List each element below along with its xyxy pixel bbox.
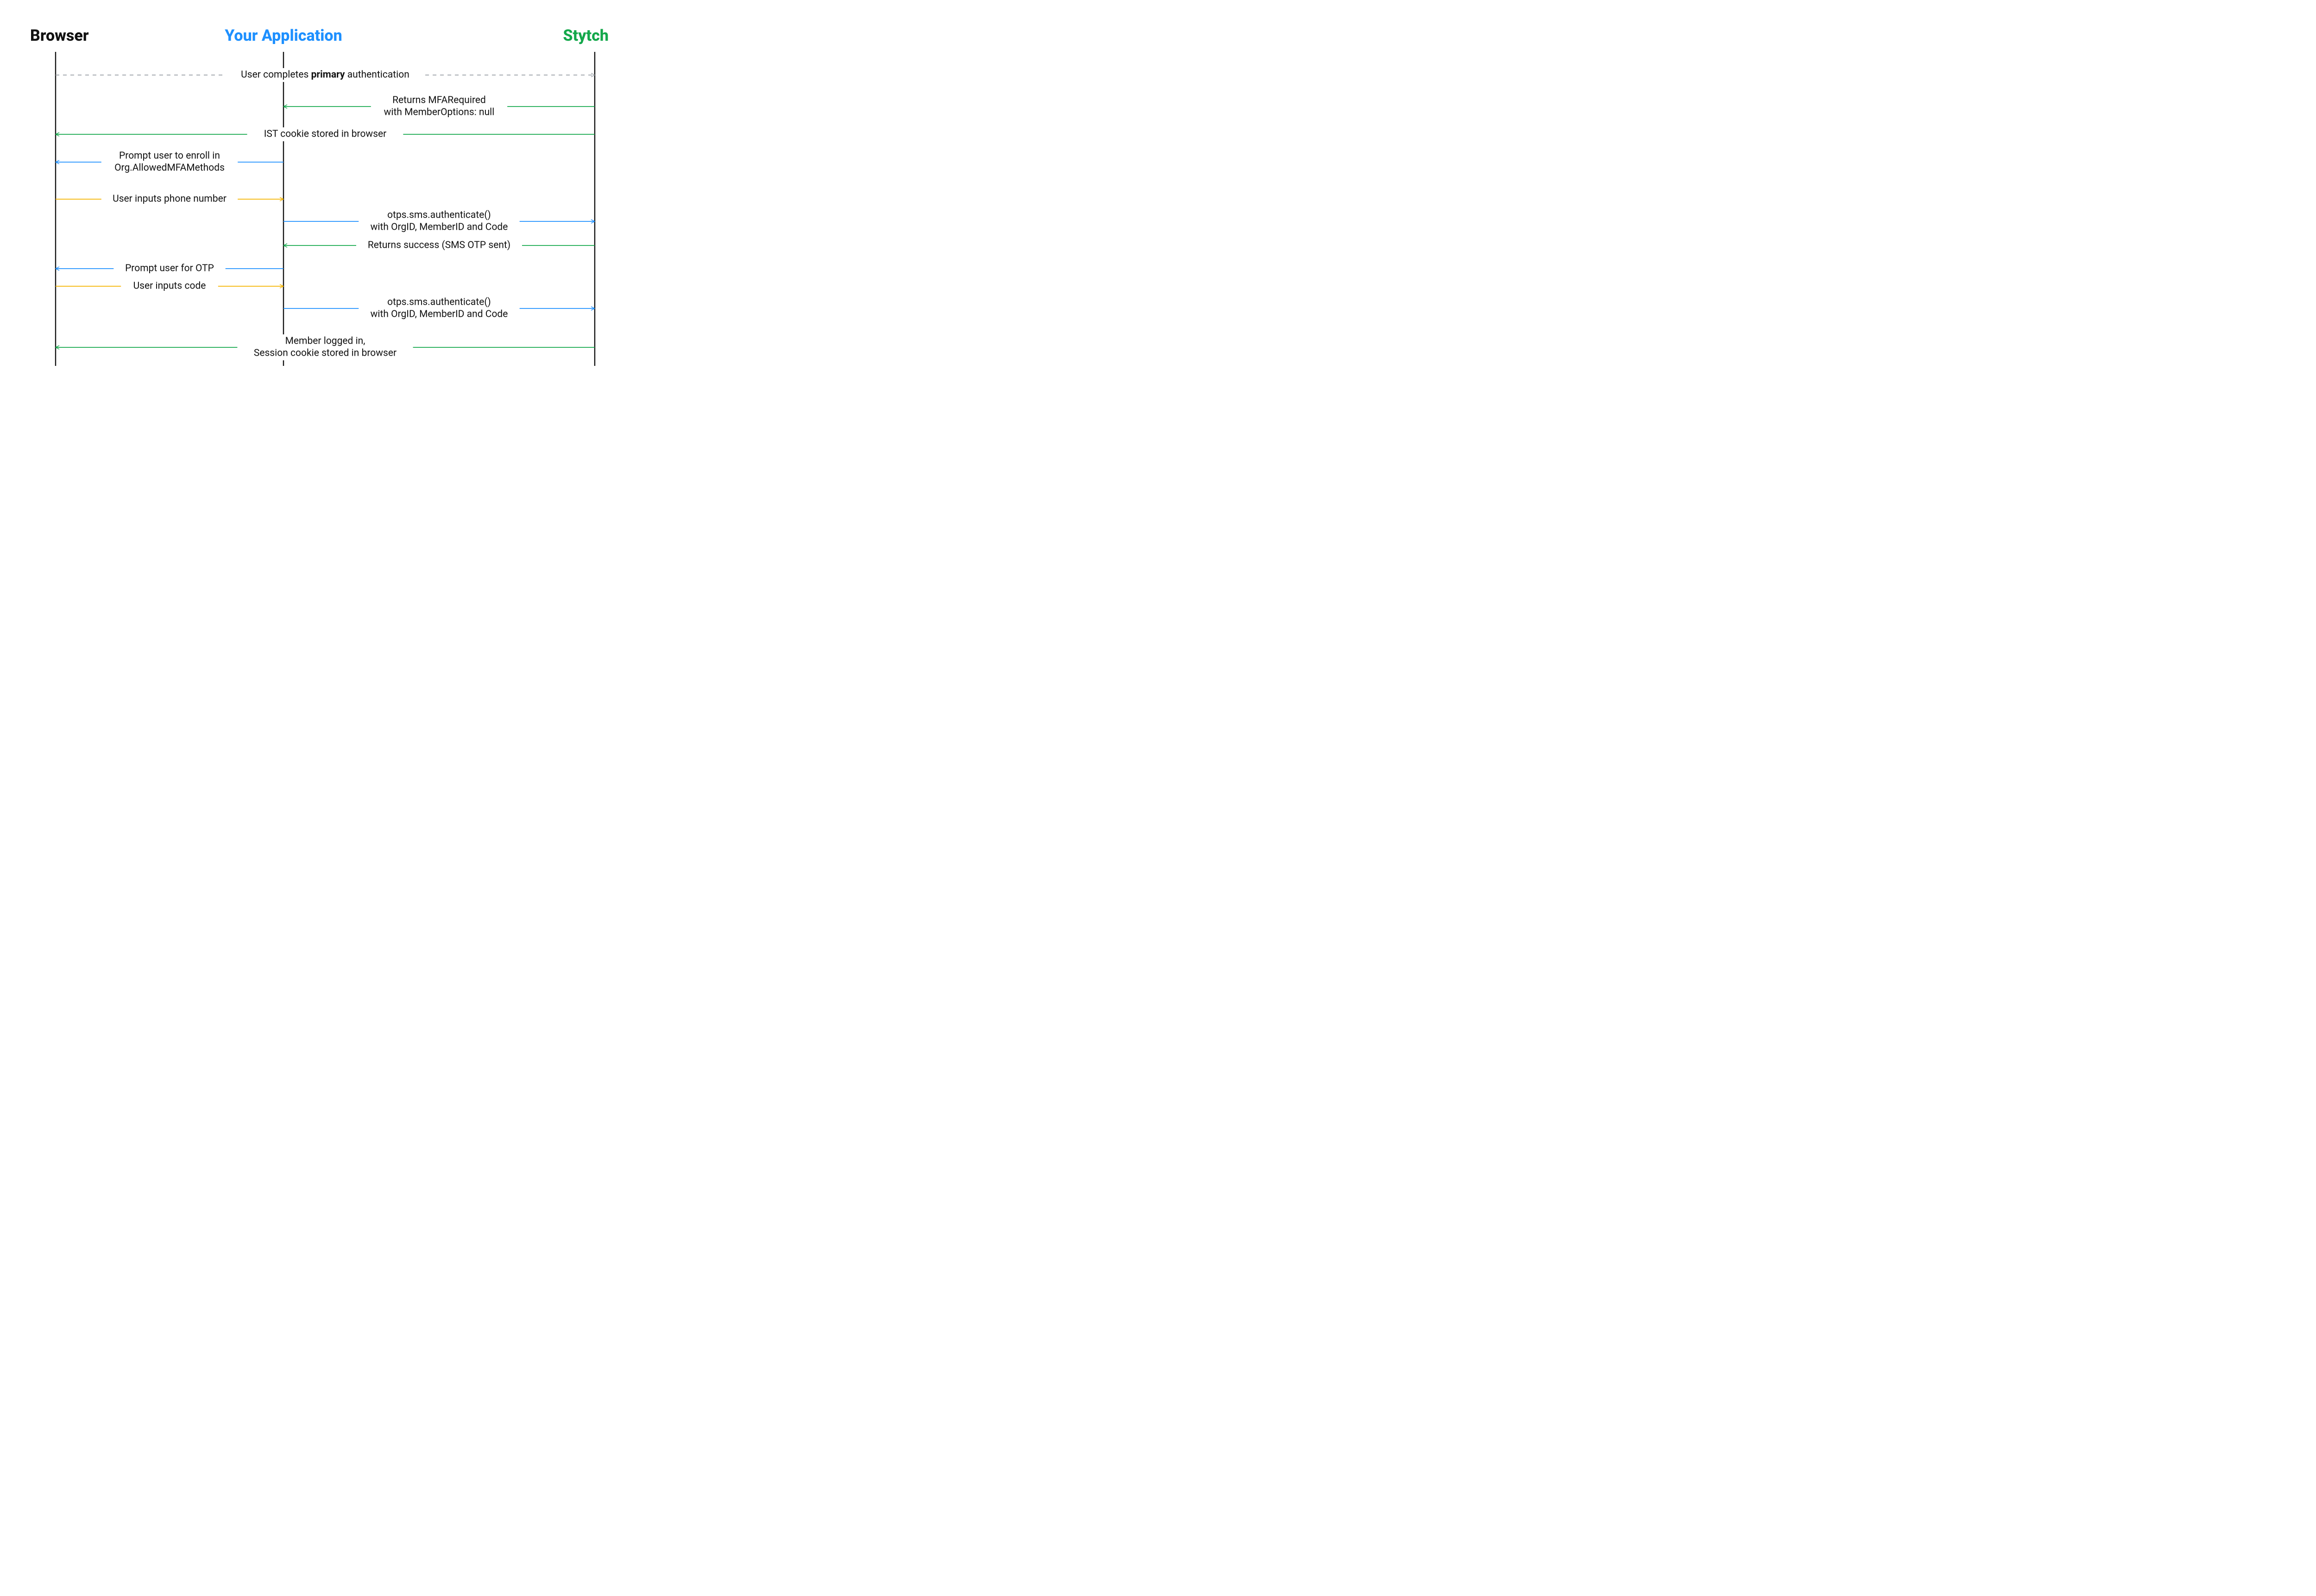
message-text: User completes primary authentication (241, 69, 409, 81)
message-m1: Returns MFARequiredwith MemberOptions: n… (283, 94, 595, 119)
lane-title-stytch: Stytch (563, 26, 609, 45)
sequence-diagram: Browser Your Application Stytch User comple… (0, 0, 2316, 398)
message-text: otps.sms.authenticate() (387, 210, 491, 221)
message-m6: Returns success (SMS OTP sent) (283, 239, 595, 252)
message-text: Prompt user to enroll in (119, 151, 220, 162)
message-m8: User inputs code (56, 279, 283, 293)
message-m7: Prompt user for OTP (56, 262, 283, 276)
lane-title-browser: Browser (30, 26, 89, 45)
message-text: otps.sms.authenticate() (387, 297, 491, 308)
message-text: Session cookie stored in browser (254, 348, 396, 359)
message-m3: Prompt user to enroll inOrg.AllowedMFAMe… (56, 149, 283, 175)
message-m5: otps.sms.authenticate()with OrgID, Membe… (283, 208, 595, 234)
lane-title-app: Your Application (224, 26, 342, 45)
message-m0: User completes primary authentication (56, 68, 595, 82)
message-m4: User inputs phone number (56, 192, 283, 206)
message-m10: Member logged in,Session cookie stored i… (56, 334, 595, 360)
message-text: with OrgID, MemberID and Code (371, 309, 508, 320)
message-text: IST cookie stored in browser (264, 129, 387, 140)
message-text: Returns MFARequired (392, 95, 486, 106)
message-text: Member logged in, (285, 336, 365, 347)
message-m9: otps.sms.authenticate()with OrgID, Membe… (283, 295, 595, 321)
message-text: User inputs code (133, 281, 206, 292)
message-text: Org.AllowedMFAMethods (114, 163, 225, 174)
message-text: with OrgID, MemberID and Code (371, 222, 508, 233)
message-m2: IST cookie stored in browser (56, 127, 595, 141)
message-text: Returns success (SMS OTP sent) (368, 240, 510, 251)
message-text: Prompt user for OTP (125, 263, 214, 274)
message-text: User inputs phone number (113, 194, 227, 205)
message-text: with MemberOptions: null (384, 107, 495, 118)
diagram-svg: Browser Your Application Stytch User comple… (0, 0, 648, 398)
